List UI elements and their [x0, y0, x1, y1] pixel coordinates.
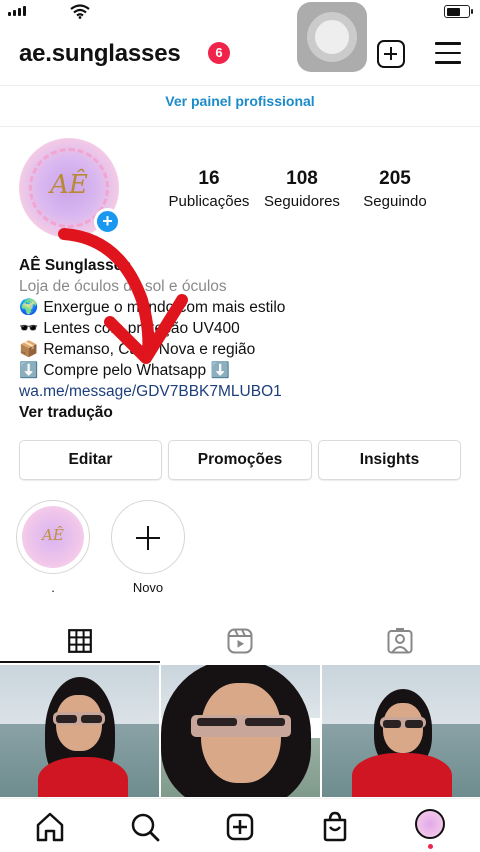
bio-line: 🌍 Enxergue o mundo com mais estilo — [19, 297, 459, 318]
profile-tabs — [0, 618, 480, 664]
profile-bio: AÊ Sunglasses Loja de óculos de sol e óc… — [19, 255, 459, 423]
professional-dashboard-link[interactable]: Ver painel profissional — [0, 93, 480, 109]
home-icon — [36, 812, 64, 842]
plus-icon — [111, 500, 185, 574]
active-tab-indicator — [0, 661, 160, 663]
divider — [0, 85, 480, 86]
stat-value: 205 — [379, 168, 411, 189]
new-highlight-button[interactable]: Novo — [111, 500, 185, 595]
nav-profile-avatar[interactable] — [415, 809, 445, 839]
tab-tagged[interactable] — [320, 618, 480, 664]
bio-text: Compre pelo Whatsapp — [43, 362, 207, 379]
post-thumbnail[interactable] — [0, 665, 159, 797]
highlight-cover-logo: AÊ — [42, 526, 64, 544]
status-bar — [0, 0, 480, 26]
bio-line: ⬇️ Compre pelo Whatsapp ⬇️ — [19, 360, 459, 381]
create-icon — [226, 813, 254, 841]
assistive-touch-button[interactable] — [297, 2, 367, 72]
sunglasses-icon: 🕶️ — [19, 320, 39, 337]
highlight-cover: AÊ — [16, 500, 90, 574]
highlight-label: . — [51, 580, 55, 595]
profile-category: Loja de óculos de sol e óculos — [19, 278, 227, 295]
stat-posts[interactable]: 16 Publicações — [164, 168, 254, 210]
down-arrow-icon: ⬇️ — [19, 362, 39, 379]
grid-icon — [68, 629, 92, 653]
avatar-logo: AÊ — [50, 170, 88, 200]
story-highlight[interactable]: AÊ . — [16, 500, 90, 595]
package-icon: 📦 — [19, 341, 39, 358]
cellular-signal-icon — [8, 6, 26, 16]
tab-grid[interactable] — [0, 618, 160, 664]
stat-following[interactable]: 205 Seguindo — [350, 168, 440, 210]
bio-link[interactable]: wa.me/message/GDV7BBK7MLUBO1 — [19, 381, 459, 402]
profile-header: ae.sunglasses 6 — [0, 2, 480, 78]
posts-grid — [0, 665, 480, 797]
profile-username[interactable]: ae.sunglasses — [19, 40, 181, 68]
shop-icon — [323, 811, 347, 842]
notification-badge[interactable]: 6 — [208, 42, 230, 64]
add-story-plus-icon[interactable]: + — [94, 208, 121, 235]
stat-label: Seguindo — [363, 193, 427, 210]
wifi-icon — [70, 4, 90, 19]
bio-line: 🕶️ Lentes com proteção UV400 — [19, 318, 459, 339]
bottom-navigation — [0, 798, 480, 852]
bio-text: Enxergue o mundo com mais estilo — [43, 299, 286, 316]
tab-reels[interactable] — [160, 618, 320, 664]
bio-text: Remanso, Casa Nova e região — [43, 341, 256, 358]
reels-icon — [227, 628, 253, 654]
bio-line: 📦 Remanso, Casa Nova e região — [19, 339, 459, 360]
post-thumbnail[interactable] — [161, 665, 320, 797]
bio-text: Lentes com proteção UV400 — [43, 320, 240, 337]
nav-search[interactable] — [125, 807, 165, 847]
stat-value: 108 — [286, 168, 318, 189]
stat-followers[interactable]: 108 Seguidores — [257, 168, 347, 210]
highlight-label: Novo — [132, 580, 164, 595]
tagged-icon — [387, 628, 413, 654]
battery-icon — [444, 5, 473, 18]
profile-name: AÊ Sunglasses — [19, 257, 131, 274]
globe-icon: 🌍 — [19, 299, 39, 316]
menu-icon[interactable] — [435, 42, 461, 64]
post-thumbnail[interactable] — [322, 665, 480, 797]
see-translation-link[interactable]: Ver tradução — [19, 402, 459, 423]
notification-dot — [428, 844, 433, 849]
insights-button[interactable]: Insights — [318, 440, 461, 480]
search-icon — [131, 813, 160, 842]
nav-shop[interactable] — [315, 807, 355, 847]
stat-label: Seguidores — [264, 193, 340, 210]
stat-label: Publicações — [168, 193, 250, 210]
down-arrow-icon: ⬇️ — [210, 362, 231, 379]
stat-value: 16 — [198, 168, 220, 189]
nav-create[interactable] — [220, 807, 260, 847]
divider — [0, 126, 480, 127]
edit-profile-button[interactable]: Editar — [19, 440, 162, 480]
nav-home[interactable] — [30, 807, 70, 847]
promotions-button[interactable]: Promoções — [168, 440, 312, 480]
create-post-icon[interactable] — [377, 40, 405, 68]
